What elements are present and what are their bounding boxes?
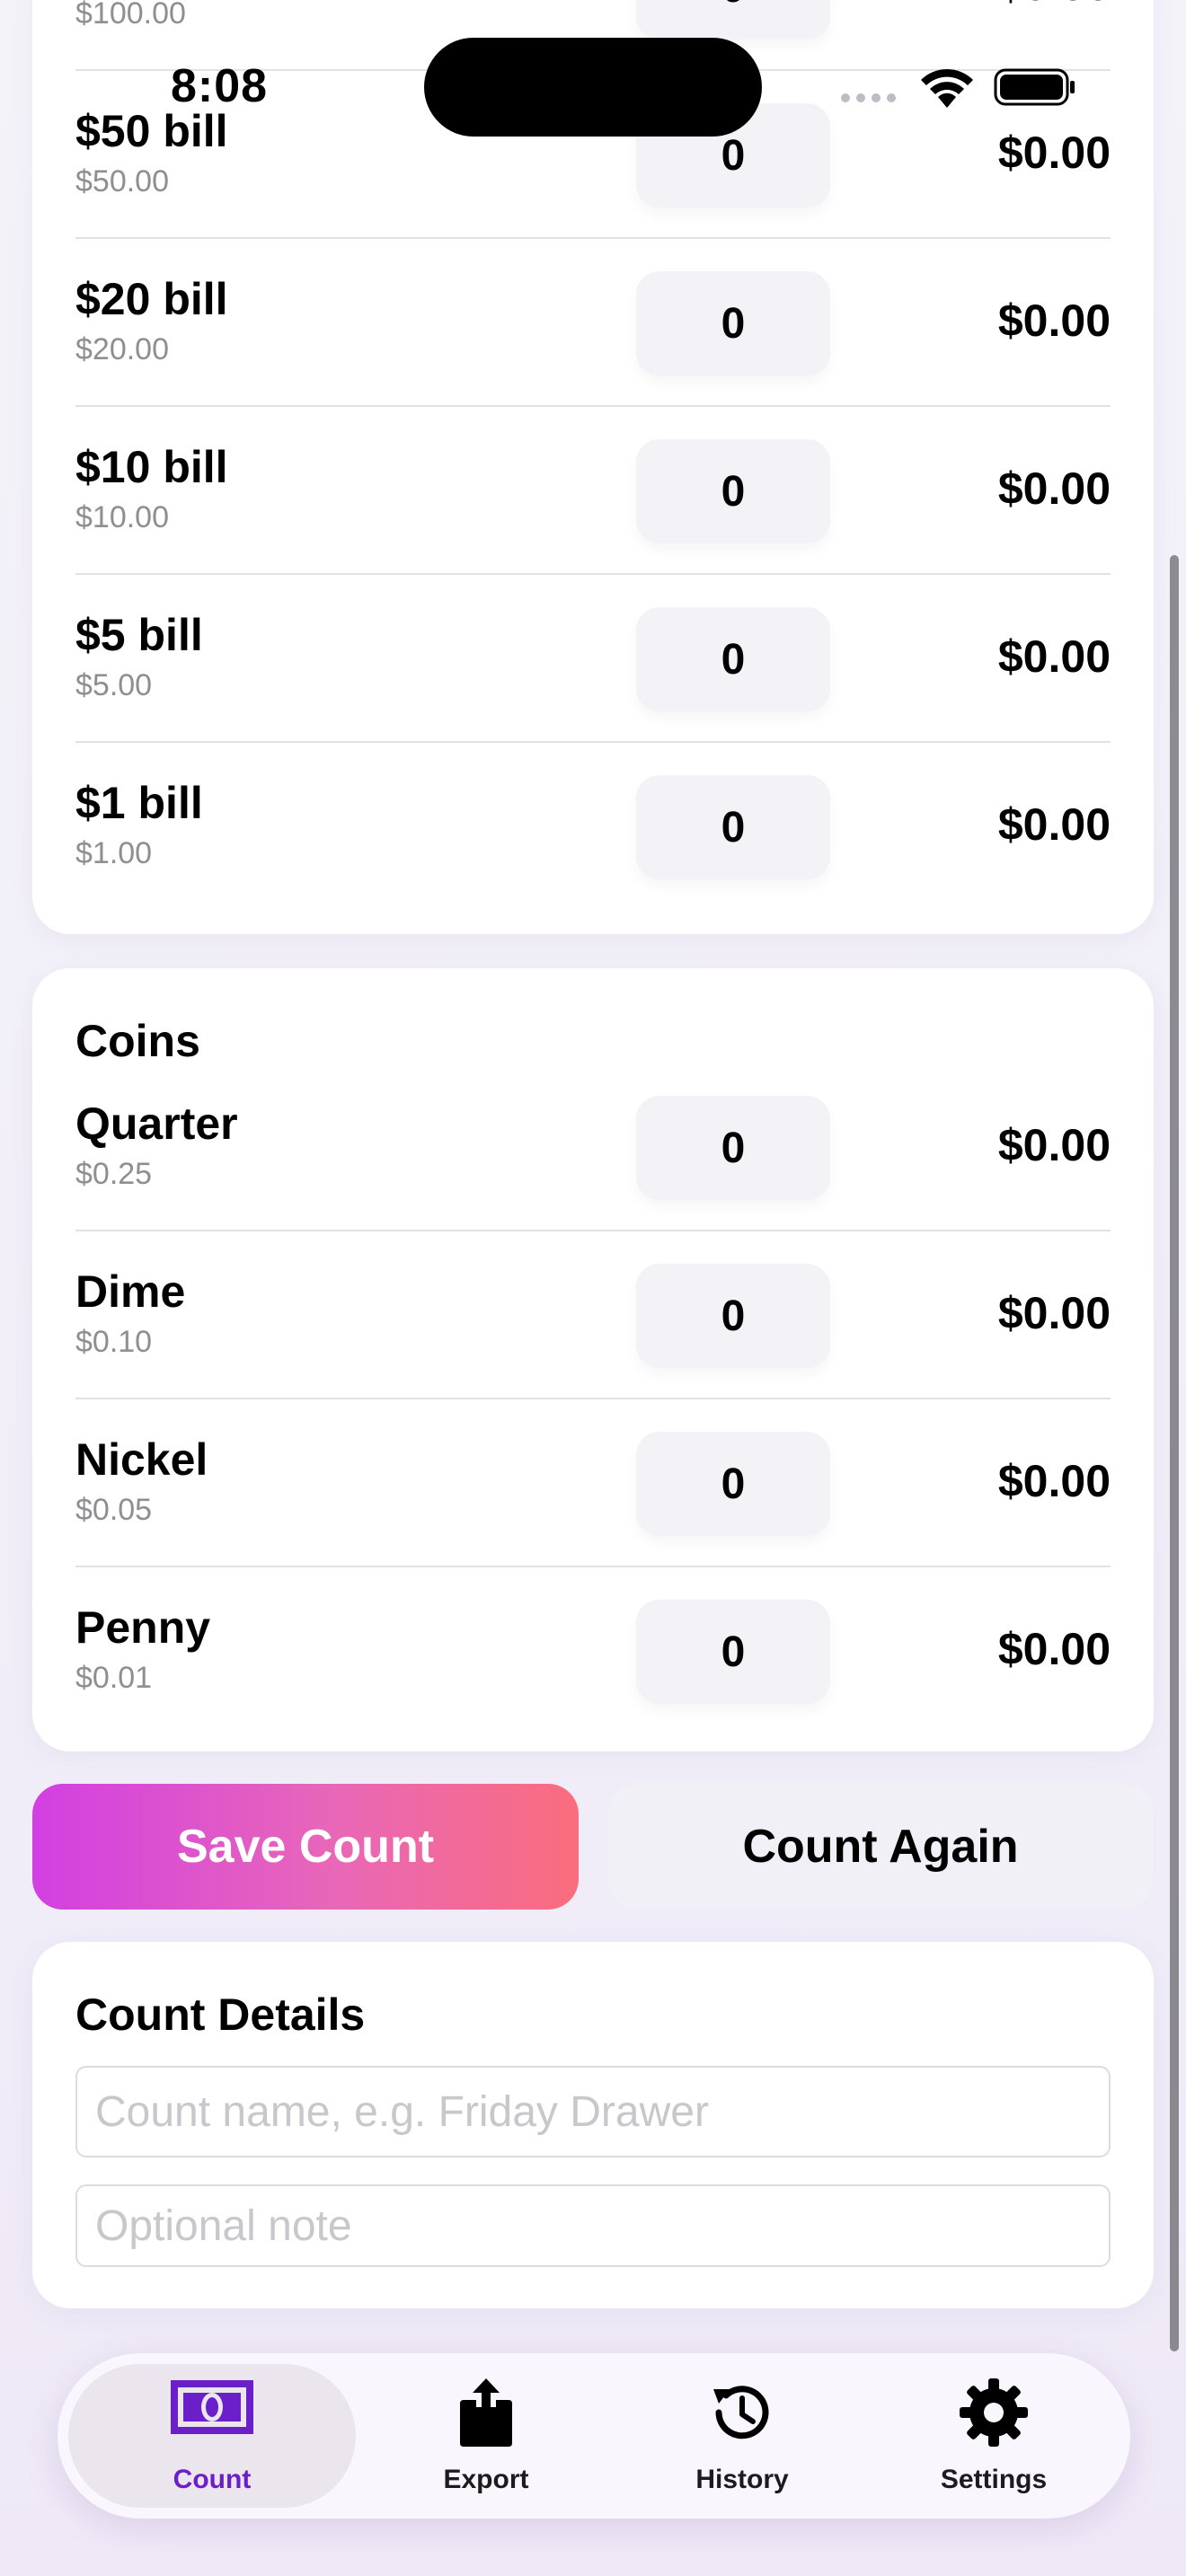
denomination-row-quarter: Quarter $0.25 0 $0.00 xyxy=(75,1063,1111,1231)
denomination-name: $1 bill xyxy=(75,778,203,828)
denomination-name: Quarter xyxy=(75,1098,238,1149)
quantity-input[interactable]: 0 xyxy=(636,607,830,711)
count-details-title: Count Details xyxy=(75,1989,366,2040)
denomination-unit: $100.00 xyxy=(75,0,186,31)
denomination-row-10: $10 bill $10.00 0 $0.00 xyxy=(75,407,1111,575)
tab-label: Count xyxy=(173,2465,252,2494)
quantity-input[interactable]: 0 xyxy=(636,775,830,879)
tab-label: History xyxy=(695,2465,789,2494)
tab-label: Settings xyxy=(940,2465,1048,2494)
denomination-unit: $0.05 xyxy=(75,1493,153,1527)
cellular-signal-icon xyxy=(841,93,896,102)
denomination-row-dime: Dime $0.10 0 $0.00 xyxy=(75,1231,1111,1399)
denomination-name: Penny xyxy=(75,1602,211,1653)
denomination-total: $0.00 xyxy=(997,1120,1111,1170)
dynamic-island xyxy=(424,38,762,137)
quantity-input[interactable]: 0 xyxy=(636,271,830,375)
quantity-input[interactable]: 0 xyxy=(636,1600,830,1704)
quantity-input[interactable]: 0 xyxy=(636,1096,830,1200)
tab-label: Export xyxy=(443,2465,529,2494)
save-count-button[interactable]: Save Count xyxy=(32,1784,579,1910)
quantity-input[interactable]: 0 xyxy=(636,1264,830,1368)
gear-icon xyxy=(960,2378,1028,2447)
denomination-unit: $50.00 xyxy=(75,164,169,198)
denomination-total: $0.00 xyxy=(998,0,1111,11)
denomination-unit: $0.10 xyxy=(75,1325,153,1359)
tab-history[interactable]: History xyxy=(616,2364,868,2508)
tab-export[interactable]: Export xyxy=(356,2364,616,2508)
denomination-unit: $0.01 xyxy=(75,1661,153,1695)
wifi-icon xyxy=(921,68,973,108)
denomination-total: $0.00 xyxy=(997,463,1111,514)
app-screen: $100.00 0 $0.00 $50 bill $50.00 0 $0.00 … xyxy=(0,0,1186,2576)
denomination-total: $0.00 xyxy=(997,128,1111,178)
denomination-row-nickel: Nickel $0.05 0 $0.00 xyxy=(75,1399,1111,1567)
denomination-unit: $5.00 xyxy=(75,668,153,702)
quantity-input[interactable]: 0 xyxy=(636,1432,830,1536)
count-name-input[interactable] xyxy=(75,2066,1111,2157)
bills-card: $100.00 0 $0.00 $50 bill $50.00 0 $0.00 … xyxy=(32,0,1154,934)
denomination-name: $5 bill xyxy=(75,610,203,660)
quantity-input[interactable]: 0 xyxy=(636,439,830,543)
denomination-row-5: $5 bill $5.00 0 $0.00 xyxy=(75,575,1111,743)
denomination-unit: $20.00 xyxy=(75,332,169,366)
count-again-button[interactable]: Count Again xyxy=(607,1784,1154,1910)
denomination-unit: $1.00 xyxy=(75,836,153,870)
denomination-name: Dime xyxy=(75,1266,186,1317)
history-icon xyxy=(713,2386,769,2439)
denomination-row-1: $1 bill $1.00 0 $0.00 xyxy=(75,743,1111,911)
coins-title: Coins xyxy=(75,1016,200,1066)
denomination-unit: $0.25 xyxy=(75,1157,153,1191)
denomination-total: $0.00 xyxy=(997,1624,1111,1674)
denomination-name: Nickel xyxy=(75,1434,208,1485)
denomination-total: $0.00 xyxy=(997,1288,1111,1338)
tab-settings[interactable]: Settings xyxy=(868,2364,1120,2508)
denomination-row-20: $20 bill $20.00 0 $0.00 xyxy=(75,239,1111,407)
denomination-unit: $10.00 xyxy=(75,500,169,534)
denomination-name: $20 bill xyxy=(75,274,228,324)
tab-count[interactable]: Count xyxy=(68,2364,356,2508)
scroll-indicator[interactable] xyxy=(1170,555,1179,2351)
denomination-name: $10 bill xyxy=(75,442,228,492)
denomination-total: $0.00 xyxy=(997,631,1111,682)
tab-bar: Count Export History Settings xyxy=(58,2353,1130,2519)
denomination-total: $0.00 xyxy=(997,296,1111,346)
count-note-input[interactable] xyxy=(75,2184,1111,2267)
banknote-icon xyxy=(171,2380,253,2434)
denomination-total: $0.00 xyxy=(997,1456,1111,1506)
coins-card: Coins Quarter $0.25 0 $0.00 Dime $0.10 0… xyxy=(32,968,1154,1751)
denomination-row-penny: Penny $0.01 0 $0.00 xyxy=(75,1567,1111,1735)
share-icon xyxy=(460,2378,512,2447)
status-time: 8:08 xyxy=(171,60,269,112)
denomination-total: $0.00 xyxy=(997,799,1111,850)
battery-icon xyxy=(994,68,1075,106)
quantity-input[interactable]: 0 xyxy=(636,0,830,40)
